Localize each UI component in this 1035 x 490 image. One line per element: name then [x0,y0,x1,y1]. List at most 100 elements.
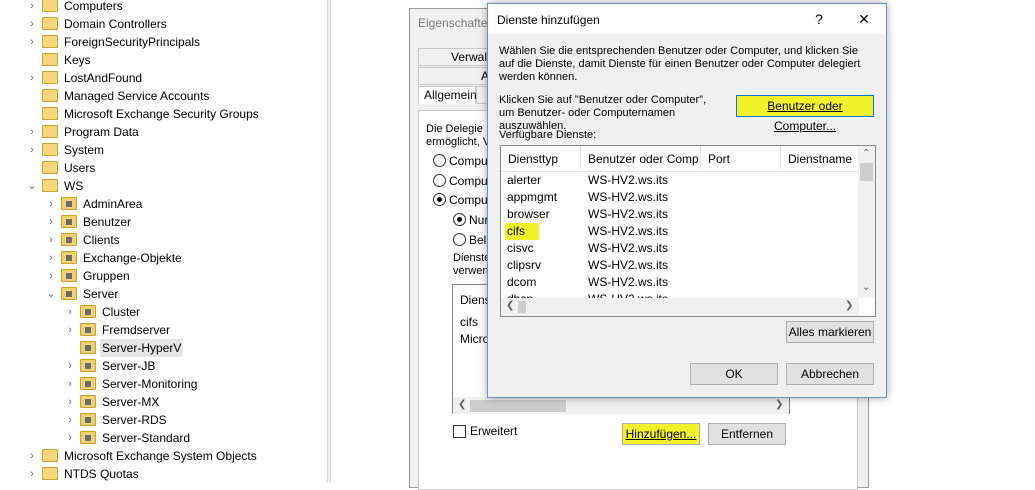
tree-item[interactable]: › System [0,141,327,159]
tree-item-label: Exchange-Objekte [83,251,182,265]
chevron-right-icon[interactable] [26,51,38,69]
chevron-right-icon[interactable]: › [64,303,76,321]
chevron-right-icon[interactable]: › [26,465,38,483]
chevron-right-icon[interactable]: › [26,123,38,141]
chevron-right-icon[interactable]: › [45,231,57,249]
column-header-diensttyp[interactable]: Diensttyp [501,146,581,172]
tree-item[interactable]: › Program Data [0,123,327,141]
chevron-right-icon[interactable]: › [64,429,76,447]
tree-item[interactable]: › ForeignSecurityPrincipals [0,33,327,51]
table-row[interactable]: alerter WS-HV2.ws.its [501,172,858,189]
users-or-computers-button[interactable]: Benutzer oder Computer... [736,95,874,133]
table-row[interactable]: appmgmt WS-HV2.ws.its [501,189,858,206]
list-hscrollbar[interactable]: ❮ ❯ [501,298,859,316]
radio-any-service[interactable] [433,174,446,187]
chevron-right-icon[interactable] [26,105,38,123]
tree-item[interactable]: Managed Service Accounts [0,87,327,105]
radio-kerberos-only[interactable] [453,213,466,226]
available-services-list[interactable]: Diensttyp Benutzer oder Comp... Port Die… [500,145,876,317]
tree-item[interactable]: › Exchange-Objekte [0,249,327,267]
tree-item[interactable]: ⌄ WS [0,177,327,195]
scroll-right-icon[interactable]: ❯ [845,300,853,311]
chevron-right-icon[interactable]: › [45,213,57,231]
folder-icon [42,71,58,84]
tab-a[interactable]: A [418,67,494,85]
column-header-port[interactable]: Port [701,146,781,172]
tree-item[interactable]: › LostAndFound [0,69,327,87]
hscroll-thumb[interactable] [470,400,566,412]
chevron-right-icon[interactable]: › [26,141,38,159]
close-icon[interactable]: ✕ [854,10,874,28]
tree-item[interactable]: Keys [0,51,327,69]
table-row[interactable]: cisvc WS-HV2.ws.its [501,240,858,257]
radio-specified-services[interactable] [433,193,446,206]
scroll-left-icon[interactable]: ❮ [458,399,466,410]
column-header-dienstname[interactable]: Dienstname [781,146,859,172]
scroll-left-icon[interactable]: ❮ [506,300,514,311]
tree-item[interactable]: › Fremdserver [0,321,327,339]
chevron-down-icon[interactable]: ⌄ [45,285,57,303]
radio-any-protocol[interactable] [453,233,466,246]
chevron-down-icon[interactable]: ⌄ [26,177,38,195]
tree-item[interactable]: › Computers [0,0,327,15]
chevron-right-icon[interactable]: › [45,195,57,213]
tree-item[interactable]: ⌄ Server [0,285,327,303]
scroll-up-icon[interactable]: ⌃ [862,148,870,159]
chevron-right-icon[interactable]: › [64,321,76,339]
ok-button[interactable]: OK [690,363,778,385]
tree-item[interactable]: › Server-JB [0,357,327,375]
extended-checkbox[interactable] [453,425,466,438]
tree-item[interactable]: › AdminArea [0,195,327,213]
tree-item[interactable]: › Server-Standard [0,429,327,447]
radio-no-delegation[interactable] [433,154,446,167]
list-hscrollbar[interactable]: ❮ ❯ [453,397,789,414]
dialog-titlebar[interactable]: Dienste hinzufügen ? ✕ [488,4,886,34]
table-row[interactable]: clipsrv WS-HV2.ws.its [501,257,858,274]
tree-item[interactable]: › Server-RDS [0,411,327,429]
list-vscrollbar[interactable]: ⌃ ⌄ [858,146,875,298]
chevron-right-icon[interactable]: › [45,249,57,267]
hscroll-thumb[interactable] [518,301,526,313]
tree-item[interactable]: › Microsoft Exchange System Objects [0,447,327,465]
add-button[interactable]: Hinzufügen... [622,423,700,445]
tree-item[interactable]: Microsoft Exchange Security Groups [0,105,327,123]
help-icon[interactable]: ? [809,10,829,28]
tab-verwaltet[interactable]: Verwalt [418,48,494,66]
tree-item[interactable]: › Clients [0,231,327,249]
chevron-right-icon[interactable]: › [64,375,76,393]
list-item[interactable]: cifs [460,315,478,329]
table-row[interactable]: cifs WS-HV2.ws.its [501,223,858,240]
chevron-right-icon[interactable]: › [26,15,38,33]
chevron-right-icon[interactable]: › [64,393,76,411]
scroll-down-icon[interactable]: ⌄ [862,282,870,293]
chevron-right-icon[interactable]: › [26,0,38,15]
tree-item[interactable]: › NTDS Quotas [0,465,327,483]
chevron-right-icon[interactable]: › [26,33,38,51]
table-row[interactable]: browser WS-HV2.ws.its [501,206,858,223]
chevron-right-icon[interactable]: › [64,357,76,375]
column-header-benutzer[interactable]: Benutzer oder Comp... [581,146,701,172]
tree-item[interactable]: › Cluster [0,303,327,321]
tree-item[interactable]: › Gruppen [0,267,327,285]
pane-splitter[interactable] [327,0,331,483]
tree-item[interactable]: › Server-Monitoring [0,375,327,393]
tree-item[interactable]: › Domain Controllers [0,15,327,33]
tree-item[interactable]: Users [0,159,327,177]
chevron-right-icon[interactable] [64,339,76,357]
chevron-right-icon[interactable] [26,87,38,105]
chevron-right-icon[interactable] [26,159,38,177]
chevron-right-icon[interactable]: › [26,447,38,465]
cancel-button[interactable]: Abbrechen [786,363,874,385]
tab-allgemein[interactable]: Allgemein [418,86,477,104]
chevron-right-icon[interactable]: › [64,411,76,429]
remove-button[interactable]: Entfernen [708,423,786,445]
vscroll-thumb[interactable] [860,163,873,181]
table-row[interactable]: dcom WS-HV2.ws.its [501,274,858,291]
select-all-button[interactable]: Alles markieren [786,321,874,343]
tree-item[interactable]: › Benutzer [0,213,327,231]
chevron-right-icon[interactable]: › [26,69,38,87]
scroll-right-icon[interactable]: ❯ [775,399,783,410]
tree-item[interactable]: Server-HyperV [0,339,327,357]
tree-item[interactable]: › Server-MX [0,393,327,411]
chevron-right-icon[interactable]: › [45,267,57,285]
